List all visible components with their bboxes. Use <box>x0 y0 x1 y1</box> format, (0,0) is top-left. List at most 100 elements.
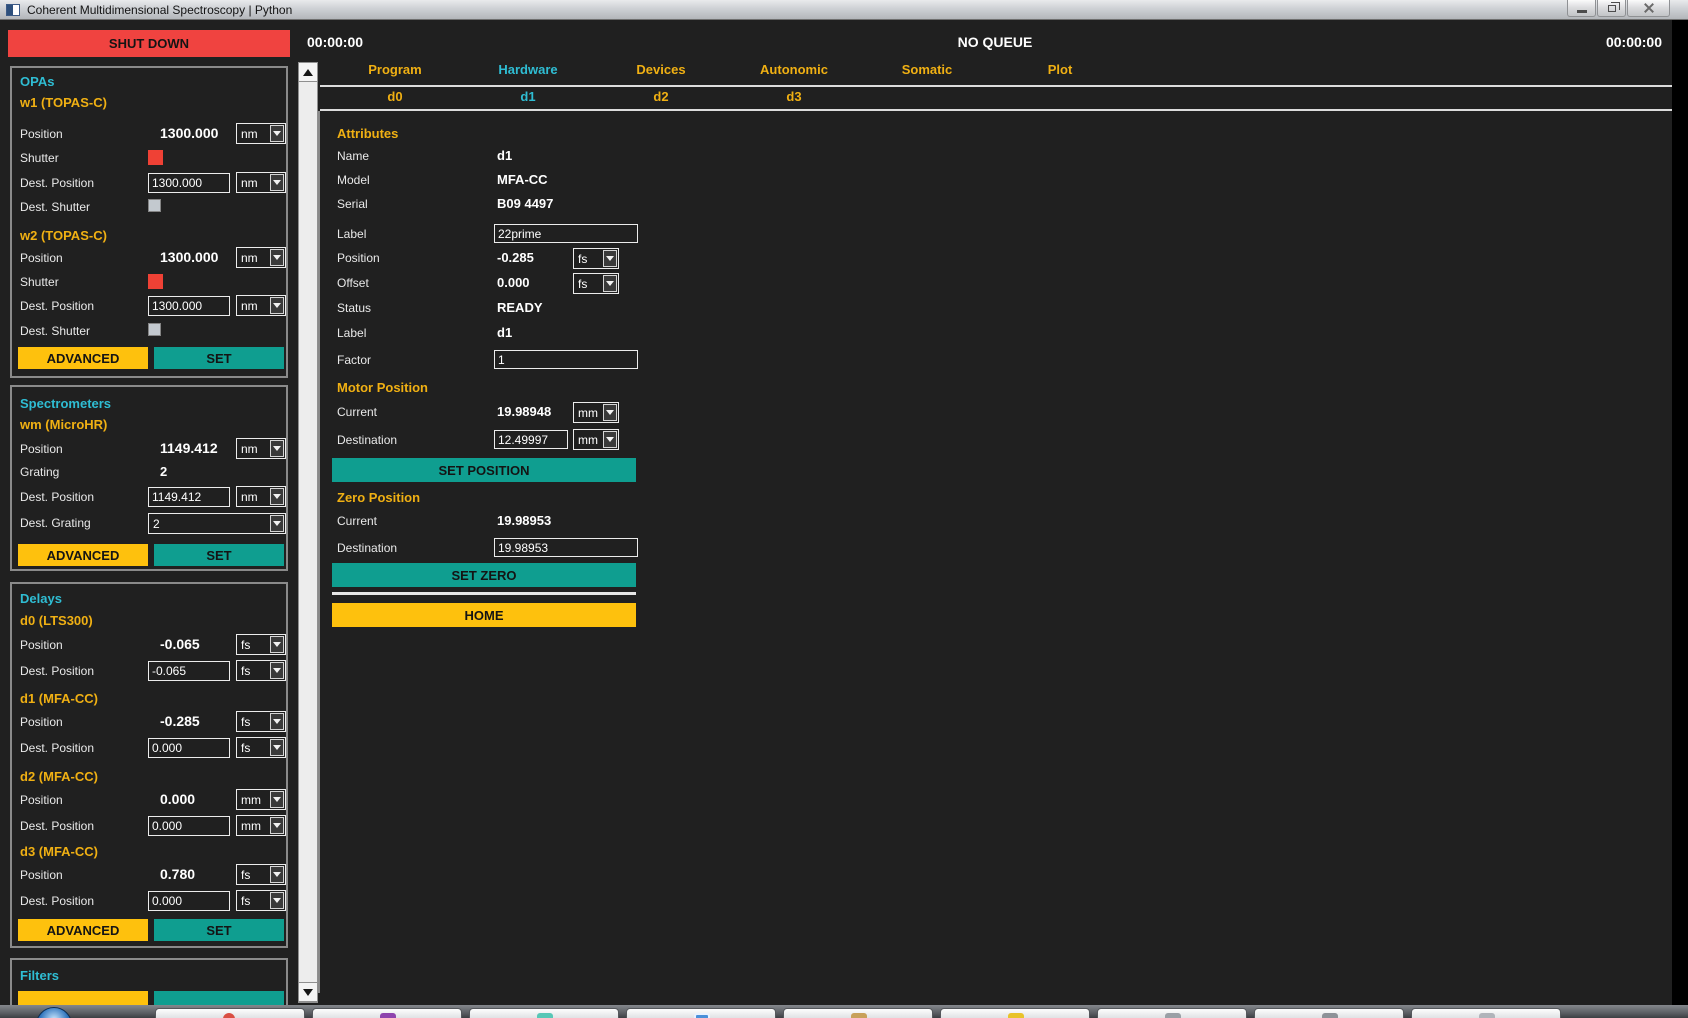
dropdown-arrow-icon[interactable] <box>270 866 284 883</box>
dropdown-arrow-icon[interactable] <box>270 488 284 505</box>
dropdown-arrow-icon[interactable] <box>270 817 284 834</box>
dest-position-unit-select[interactable]: nm <box>236 172 286 193</box>
tab-somatic[interactable]: Somatic <box>870 62 984 77</box>
dropdown-arrow-icon[interactable] <box>270 174 284 191</box>
dropdown-arrow-icon[interactable] <box>270 892 284 909</box>
dropdown-arrow-icon[interactable] <box>270 636 284 653</box>
opas-set-button[interactable]: SET <box>154 347 284 369</box>
offset-unit-select[interactable]: fs <box>573 273 619 294</box>
dest-position-input[interactable] <box>148 738 230 758</box>
position-unit-select[interactable]: fs <box>236 711 286 732</box>
position-unit-select[interactable]: nm <box>236 438 286 459</box>
status-value: READY <box>497 300 543 315</box>
taskbar-button[interactable] <box>469 1008 619 1018</box>
opas-advanced-button[interactable]: ADVANCED <box>18 347 148 369</box>
position-label: Position <box>20 127 63 141</box>
taskbar-button[interactable] <box>1411 1008 1561 1018</box>
close-button[interactable] <box>1627 0 1670 17</box>
dropdown-arrow-icon[interactable] <box>603 404 617 421</box>
tab-hardware[interactable]: Hardware <box>471 62 585 77</box>
dest-shutter-checkbox[interactable] <box>148 199 161 212</box>
elapsed-timer: 00:00:00 <box>307 34 363 50</box>
dropdown-arrow-icon[interactable] <box>270 791 284 808</box>
minimize-button[interactable] <box>1567 0 1596 17</box>
dest-position-input[interactable] <box>148 661 230 681</box>
dest-position-unit-select[interactable]: fs <box>236 660 286 681</box>
taskbar-button[interactable] <box>312 1008 462 1018</box>
sidebar-scrollbar[interactable] <box>298 62 318 1003</box>
dest-grating-select[interactable]: 2 <box>148 513 286 534</box>
delays-set-button[interactable]: SET <box>154 919 284 941</box>
dest-position-input[interactable] <box>148 296 230 316</box>
dest-position-input[interactable] <box>148 891 230 911</box>
taskbar-button[interactable] <box>155 1008 305 1018</box>
zero-current-value: 19.98953 <box>497 513 551 528</box>
dropdown-arrow-icon[interactable] <box>270 515 284 532</box>
taskbar-button[interactable] <box>1097 1008 1247 1018</box>
destination-label: Destination <box>337 433 397 447</box>
filters-set-button[interactable] <box>154 991 284 1005</box>
delays-advanced-button[interactable]: ADVANCED <box>18 919 148 941</box>
label-input[interactable] <box>494 224 638 243</box>
motor-position-title: Motor Position <box>337 380 428 395</box>
dropdown-arrow-icon[interactable] <box>603 431 617 448</box>
dropdown-arrow-icon[interactable] <box>270 739 284 756</box>
restore-button[interactable] <box>1597 0 1626 17</box>
dest-position-input[interactable] <box>148 173 230 193</box>
subtab-d1[interactable]: d1 <box>471 89 585 104</box>
subtab-d0[interactable]: d0 <box>338 89 452 104</box>
dest-position-input[interactable] <box>148 487 230 507</box>
current-unit-select[interactable]: mm <box>573 402 619 423</box>
set-position-button[interactable]: SET POSITION <box>332 458 636 482</box>
spectrometers-advanced-button[interactable]: ADVANCED <box>18 544 148 566</box>
taskbar-button[interactable] <box>783 1008 933 1018</box>
dropdown-arrow-icon[interactable] <box>603 275 617 292</box>
taskbar-button[interactable] <box>940 1008 1090 1018</box>
filters-advanced-button[interactable] <box>18 991 148 1005</box>
taskbar-app-icon <box>223 1013 235 1018</box>
dropdown-arrow-icon[interactable] <box>270 249 284 266</box>
position-unit-select[interactable]: fs <box>573 248 619 269</box>
zero-destination-input[interactable] <box>494 538 638 557</box>
destination-input[interactable] <box>494 430 568 449</box>
taskbar[interactable] <box>0 1005 1688 1018</box>
dest-position-unit-select[interactable]: fs <box>236 737 286 758</box>
spectrometers-set-button[interactable]: SET <box>154 544 284 566</box>
position-value: -0.285 <box>497 250 534 265</box>
dest-position-unit-select[interactable]: fs <box>236 890 286 911</box>
scroll-up-button[interactable] <box>298 62 318 82</box>
tab-devices[interactable]: Devices <box>604 62 718 77</box>
position-unit-select[interactable]: nm <box>236 247 286 268</box>
dropdown-arrow-icon[interactable] <box>270 713 284 730</box>
tab-autonomic[interactable]: Autonomic <box>737 62 851 77</box>
position-unit-select[interactable]: fs <box>236 864 286 885</box>
dropdown-arrow-icon[interactable] <box>270 125 284 142</box>
dest-position-input[interactable] <box>148 816 230 836</box>
dropdown-arrow-icon[interactable] <box>270 297 284 314</box>
home-button[interactable]: HOME <box>332 603 636 627</box>
subtab-d3[interactable]: d3 <box>737 89 851 104</box>
shutter-label: Shutter <box>20 275 59 289</box>
dropdown-arrow-icon[interactable] <box>270 440 284 457</box>
taskbar-button[interactable] <box>1254 1008 1404 1018</box>
taskbar-button[interactable] <box>626 1008 776 1018</box>
tab-plot[interactable]: Plot <box>1003 62 1117 77</box>
shutdown-button[interactable]: SHUT DOWN <box>8 30 290 57</box>
subtab-d2[interactable]: d2 <box>604 89 718 104</box>
position-unit-select[interactable]: mm <box>236 789 286 810</box>
destination-unit-select[interactable]: mm <box>573 429 619 450</box>
tab-program[interactable]: Program <box>338 62 452 77</box>
set-zero-button[interactable]: SET ZERO <box>332 563 636 587</box>
dest-shutter-checkbox[interactable] <box>148 323 161 336</box>
dest-position-unit-select[interactable]: nm <box>236 486 286 507</box>
dropdown-arrow-icon[interactable] <box>270 662 284 679</box>
position-unit-select[interactable]: nm <box>236 123 286 144</box>
start-button[interactable] <box>36 1007 72 1018</box>
scroll-down-button[interactable] <box>298 982 318 1002</box>
dest-position-unit-select[interactable]: nm <box>236 295 286 316</box>
factor-input[interactable] <box>494 350 638 369</box>
label2-label: Label <box>337 326 366 340</box>
position-unit-select[interactable]: fs <box>236 634 286 655</box>
dest-position-unit-select[interactable]: mm <box>236 815 286 836</box>
dropdown-arrow-icon[interactable] <box>603 250 617 267</box>
